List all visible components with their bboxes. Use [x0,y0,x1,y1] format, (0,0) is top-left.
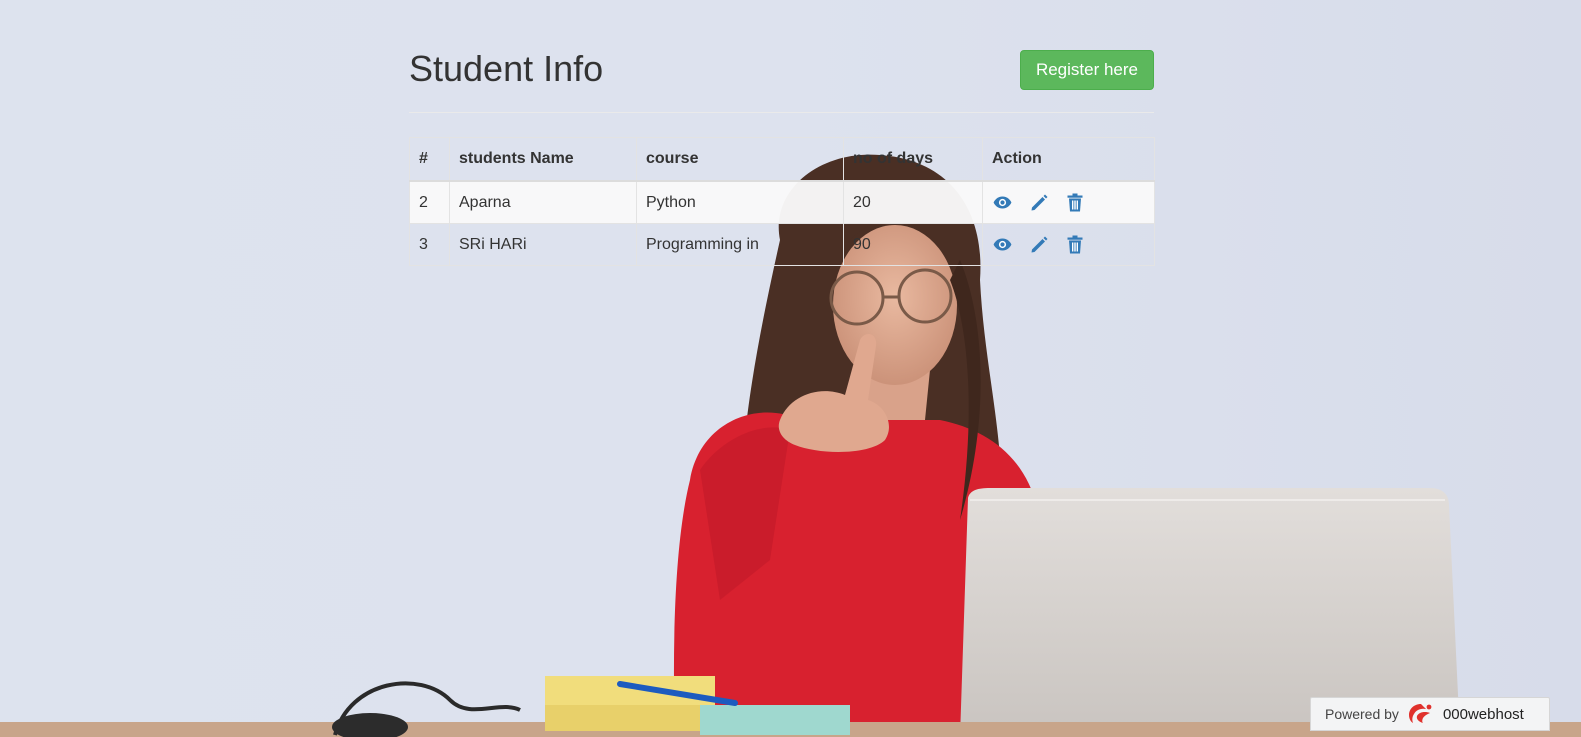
cell-actions [982,223,1155,266]
register-button[interactable]: Register here [1019,50,1154,90]
column-header-course: course [636,137,844,182]
cell-student-name: SRi HARi [449,223,637,266]
column-header-student-name: students Name [449,137,637,182]
pencil-icon[interactable] [1029,235,1048,254]
eye-icon[interactable] [993,235,1012,254]
powered-by-badge[interactable]: Powered by 000webhost [1310,697,1550,731]
column-header-action: Action [982,137,1155,182]
main-container: Student Info Register here # students Na… [409,0,1155,266]
table-row: 2 Aparna Python 20 [409,180,1155,224]
column-header-days: no of days [843,137,983,182]
table-row: 3 SRi HARi Programming in 90 [409,223,1155,266]
cell-days: 20 [843,180,983,224]
cell-student-name: Aparna [449,180,637,224]
cell-course: Python [636,180,844,224]
table-header-row: # students Name course no of days Action [409,137,1155,182]
cell-id: 2 [409,180,450,224]
students-table: # students Name course no of days Action… [409,137,1155,266]
webhost-brand: 000webhost [1442,705,1524,723]
trash-icon[interactable] [1065,193,1084,212]
pencil-icon[interactable] [1029,193,1048,212]
webhost-logo-icon [1407,702,1435,727]
cell-id: 3 [409,223,450,266]
cell-days: 90 [843,223,983,266]
page-title: Student Info [409,48,604,89]
trash-icon[interactable] [1065,235,1084,254]
cell-course: Programming in [636,223,844,266]
page-header: Student Info Register here [409,0,1154,113]
cell-actions [982,180,1155,224]
eye-icon[interactable] [993,193,1012,212]
powered-by-label: Powered by [1325,706,1399,722]
column-header-number: # [409,137,450,182]
